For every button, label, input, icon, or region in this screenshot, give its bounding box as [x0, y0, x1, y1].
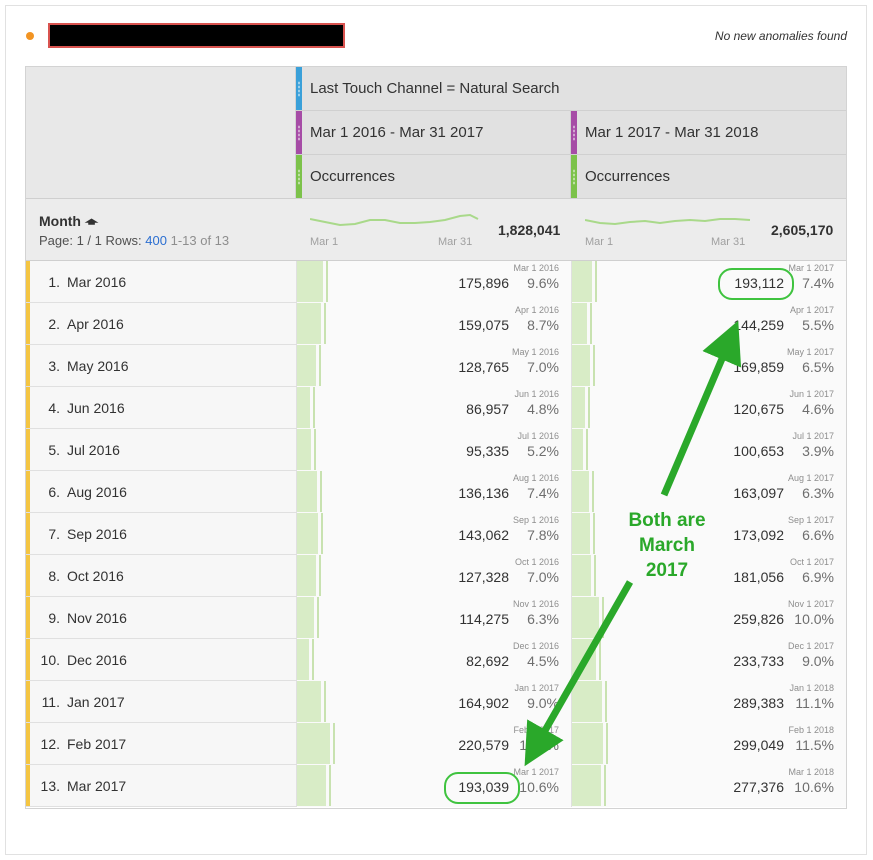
arrow-down [524, 580, 634, 767]
annotation-arrows [524, 320, 742, 767]
arrow-up [660, 320, 742, 497]
annotation-text: Both are March 2017 [628, 510, 706, 581]
